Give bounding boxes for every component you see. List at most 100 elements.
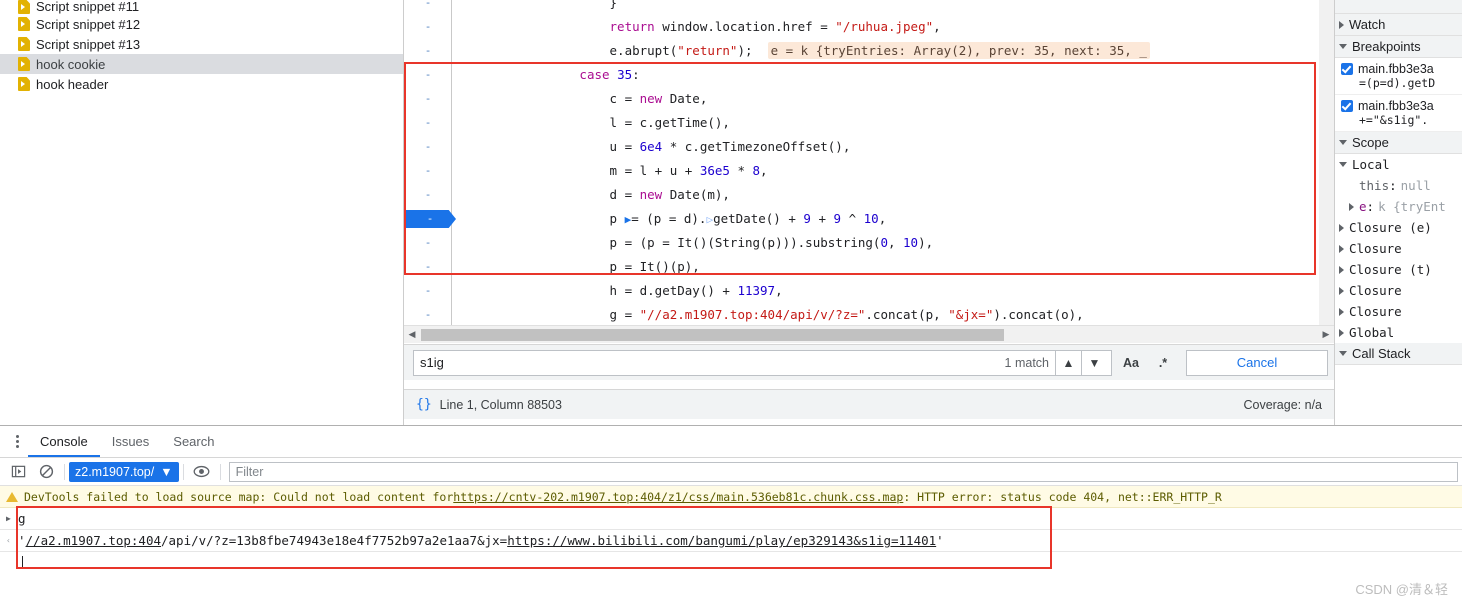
breakpoint-code-snippet: =(p=d).getD (1359, 76, 1436, 90)
code-viewer[interactable]: - } - return window.location.href = "/ruh… (404, 0, 1334, 325)
code-line[interactable]: - case 35: (404, 63, 1334, 87)
scope-closure-row[interactable]: Closure (1335, 280, 1462, 301)
code-lines[interactable]: - } - return window.location.href = "/ruh… (404, 0, 1334, 325)
code-token: h = d.getDay() + (459, 283, 738, 298)
sidebar-section-label: Watch (1349, 17, 1386, 32)
toolbar-divider-2 (182, 463, 184, 480)
code-token: "&jx=" (948, 307, 994, 322)
chevron-right-icon[interactable] (1339, 244, 1344, 253)
chevron-right-icon[interactable] (1349, 202, 1354, 211)
search-cancel-button[interactable]: Cancel (1186, 349, 1328, 376)
code-line[interactable]: - e.abrupt("return"); e = k {tryEntries:… (404, 39, 1334, 63)
drawer-tab-issues[interactable]: Issues (100, 426, 162, 457)
code-token: } (459, 0, 618, 10)
execute-sidebar-icon[interactable] (4, 459, 32, 485)
match-case-button[interactable]: Aa (1118, 350, 1144, 376)
snippet-list-item[interactable]: hook header (0, 74, 403, 94)
code-line-text: case 35: (459, 63, 640, 87)
code-token: 35 (617, 67, 633, 82)
code-line[interactable]: - } (404, 0, 1334, 15)
hscroll-thumb[interactable] (421, 329, 1004, 341)
code-token: : (632, 67, 640, 82)
code-line[interactable]: - l = c.getTime(), (404, 111, 1334, 135)
breakpoint-marker[interactable]: - (404, 210, 456, 228)
code-token: case (579, 67, 610, 82)
warning-source-map-link[interactable]: https://cntv-202.m1907.top:404/z1/css/ma… (453, 490, 903, 504)
chevron-right-icon[interactable] (1339, 286, 1344, 295)
breakpoint-checkbox[interactable] (1341, 100, 1353, 112)
console-prompt-row[interactable] (0, 552, 1462, 572)
scope-property-colon: : (1389, 178, 1397, 193)
execution-context-selector[interactable]: z2.m1907.top/ ▼ (69, 461, 179, 482)
sidebar-section-label: Scope (1352, 135, 1389, 150)
editor-horizontal-scrollbar[interactable]: ◀ ▶ (404, 325, 1334, 343)
code-token: p (459, 211, 625, 226)
scope-property-row[interactable]: this: null (1335, 175, 1462, 196)
code-line[interactable]: - return window.location.href = "/ruhua.… (404, 15, 1334, 39)
clear-console-icon[interactable] (32, 459, 60, 485)
hscroll-left-arrow[interactable]: ◀ (404, 326, 420, 343)
warning-text-1: DevTools failed to load source map: Coul… (24, 489, 454, 504)
code-line[interactable]: - m = l + u + 36e5 * 8, (404, 159, 1334, 183)
scope-closure-row[interactable]: Closure (1335, 238, 1462, 259)
code-line[interactable]: -- p ▶= (p = d).▷getDate() + 9 + 9 ^ 10, (404, 207, 1334, 231)
breakpoint-list-item[interactable]: main.fbb3e3a +="&s1ig". (1335, 95, 1462, 132)
code-line-text: e.abrupt("return"); e = k {tryEntries: A… (459, 39, 1150, 63)
code-line[interactable]: - d = new Date(m), (404, 183, 1334, 207)
drawer-tab-search[interactable]: Search (161, 426, 226, 457)
warning-text-2: : HTTP error: status code 404, net::ERR_… (903, 489, 1222, 504)
console-output-link-host[interactable]: //a2.m1907.top:404 (26, 533, 161, 548)
chevron-right-icon[interactable] (1339, 328, 1344, 337)
console-filter-input[interactable]: Filter (228, 461, 1458, 482)
snippet-list-item[interactable]: Script snippet #11 (0, 0, 403, 14)
regex-button[interactable]: .* (1150, 350, 1176, 376)
scope-closure-row[interactable]: Closure (e) (1335, 217, 1462, 238)
breakpoint-checkbox[interactable] (1341, 63, 1353, 75)
code-line[interactable]: - p = (p = It()(String(p))).substring(0,… (404, 231, 1334, 255)
pretty-print-icon[interactable]: {} (416, 397, 432, 412)
debugger-controls-toolbar[interactable] (1335, 0, 1462, 14)
search-input[interactable] (418, 354, 1005, 371)
code-token: p = (p = It()(String(p))).substring( (459, 235, 881, 250)
drawer-tab-console[interactable]: Console (28, 426, 100, 457)
console-output-link-jx[interactable]: https://www.bilibili.com/bangumi/play/ep… (507, 533, 936, 548)
expand-arrow-icon[interactable]: ▶ (6, 514, 18, 523)
search-next-button[interactable]: ▼ (1081, 349, 1107, 376)
snippet-list-item[interactable]: Script snippet #13 (0, 34, 403, 54)
search-prev-button[interactable]: ▲ (1055, 349, 1081, 376)
scope-closure-row[interactable]: Global (1335, 322, 1462, 343)
more-options-icon[interactable] (6, 430, 28, 454)
chevron-down-icon (1339, 162, 1347, 167)
code-line[interactable]: - g = "//a2.m1907.top:404/api/v/?z=".con… (404, 303, 1334, 325)
scope-closure-row[interactable]: Closure (t) (1335, 259, 1462, 280)
console-warning-message: DevTools failed to load source map: Coul… (0, 486, 1462, 508)
chevron-right-icon[interactable] (1339, 223, 1344, 232)
chevron-right-icon[interactable] (1339, 307, 1344, 316)
snippet-list-item[interactable]: Script snippet #12 (0, 14, 403, 34)
sidebar-section-watch[interactable]: Watch (1335, 14, 1462, 36)
line-number: - (424, 20, 432, 33)
coverage-label: Coverage: n/a (1243, 397, 1322, 412)
code-line-text: d = new Date(m), (459, 183, 730, 207)
scope-closure-label: Closure (1349, 241, 1402, 256)
scope-closure-row[interactable]: Closure (1335, 301, 1462, 322)
code-token: c = (459, 91, 640, 106)
code-line[interactable]: - c = new Date, (404, 87, 1334, 111)
sidebar-section-breakpoints[interactable]: Breakpoints (1335, 36, 1462, 58)
search-field-wrap[interactable]: 1 match ▲ ▼ (413, 349, 1112, 376)
code-line[interactable]: - u = 6e4 * c.getTimezoneOffset(), (404, 135, 1334, 159)
scope-property-row[interactable]: e:k {tryEnt (1335, 196, 1462, 217)
code-line-text: c = new Date, (459, 87, 708, 111)
chevron-right-icon[interactable] (1339, 265, 1344, 274)
chevron-down-icon: ▼ (160, 464, 173, 479)
code-line[interactable]: - p = It()(p), (404, 255, 1334, 279)
sidebar-section-scope[interactable]: Scope (1335, 132, 1462, 154)
live-expression-icon[interactable] (188, 459, 216, 485)
hscroll-right-arrow[interactable]: ▶ (1318, 326, 1334, 343)
sidebar-section-call-stack[interactable]: Call Stack (1335, 343, 1462, 365)
breakpoint-code-snippet: +="&s1ig". (1359, 113, 1429, 127)
scope-local-root[interactable]: Local (1335, 154, 1462, 175)
snippet-list-item[interactable]: hook cookie (0, 54, 403, 74)
breakpoint-list-item[interactable]: main.fbb3e3a =(p=d).getD (1335, 58, 1462, 95)
code-line[interactable]: - h = d.getDay() + 11397, (404, 279, 1334, 303)
